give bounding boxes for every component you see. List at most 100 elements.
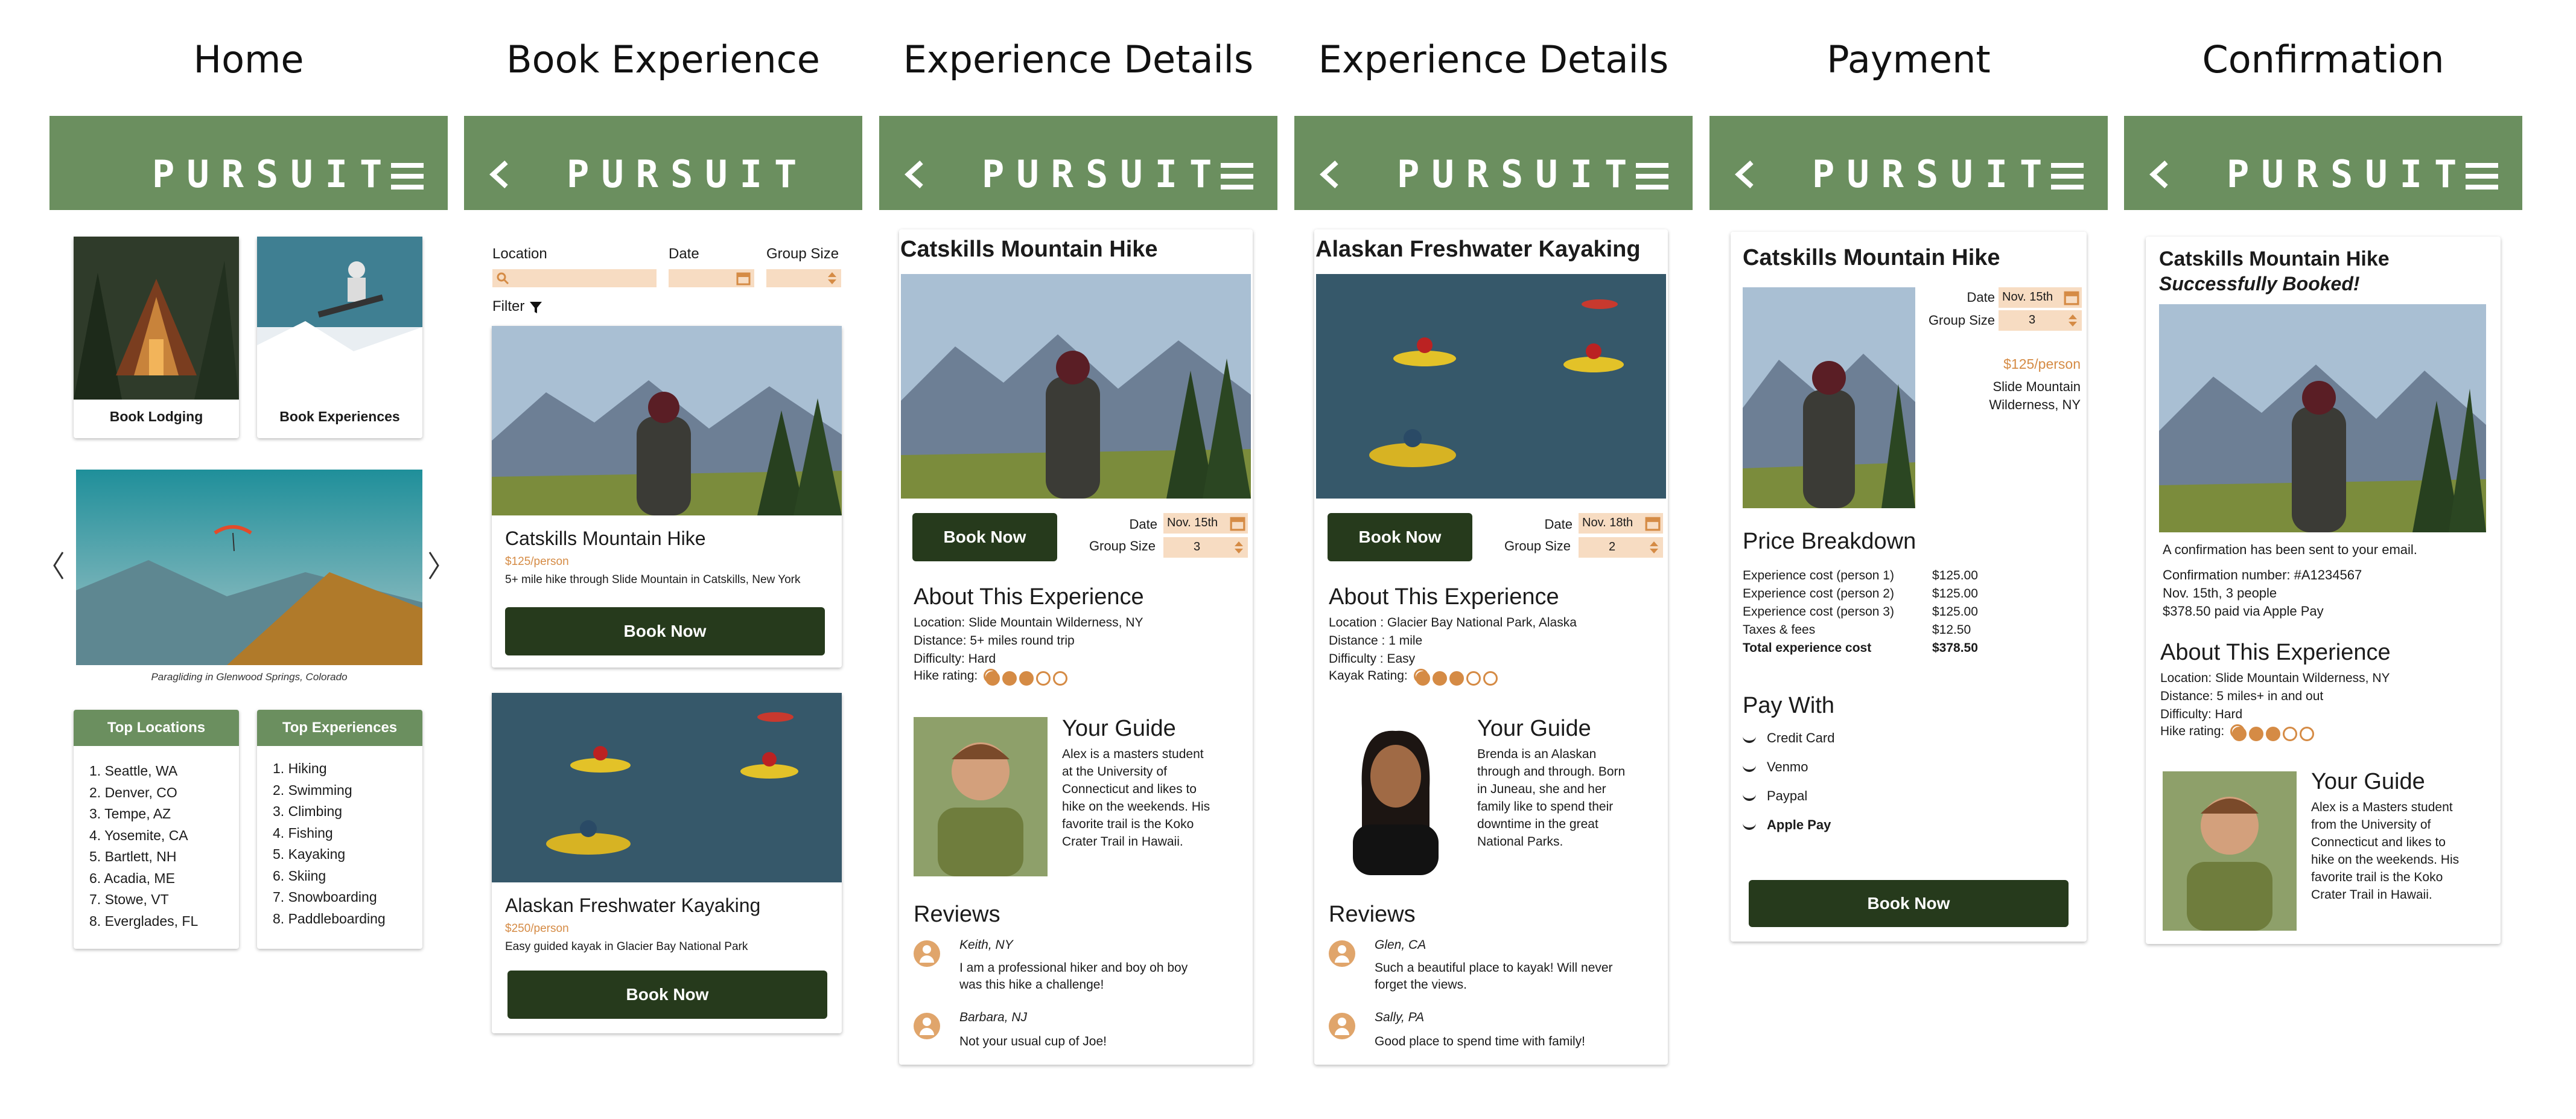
experience-card-kayak[interactable]: Alaskan Freshwater Kayaking $250/person …	[492, 693, 842, 1033]
guide-bio-line: family like to spend their	[1477, 800, 1614, 814]
guide-bio-line: National Parks.	[1477, 835, 1563, 849]
menu-icon[interactable]	[1221, 163, 1253, 190]
app-logo[interactable]: PURSUIT	[567, 156, 809, 193]
confirmation-subtitle: Successfully Booked!	[2159, 273, 2360, 295]
experience-card-hike[interactable]: Catskills Mountain Hike $125/person 5+ m…	[492, 326, 842, 668]
breakdown-value: $12.50	[1932, 623, 1971, 637]
back-arrow-icon[interactable]	[902, 159, 926, 190]
payment-title: Catskills Mountain Hike	[1743, 245, 2000, 270]
carousel-prev-icon[interactable]	[52, 550, 65, 581]
kayak-image	[1316, 274, 1666, 499]
calendar-icon[interactable]	[1230, 515, 1245, 531]
breakdown-label: Experience cost (person 3)	[1743, 605, 1894, 619]
date-value: Nov. 18th	[1582, 516, 1633, 529]
payment-method-option[interactable]: Credit Card	[1743, 730, 1834, 746]
menu-icon[interactable]	[1636, 163, 1668, 190]
carousel-next-icon[interactable]	[427, 550, 440, 581]
app-logo[interactable]: PURSUIT	[982, 156, 1224, 193]
hike-image	[2159, 304, 2486, 532]
group-size-stepper[interactable]: 3	[1999, 310, 2082, 331]
book-now-button[interactable]: Book Now	[1749, 880, 2069, 927]
book-now-button[interactable]: Book Now	[507, 971, 827, 1019]
date-input[interactable]	[669, 269, 754, 287]
price-breakdown-title: Price Breakdown	[1743, 529, 1916, 554]
back-arrow-icon[interactable]	[1317, 159, 1341, 190]
payment-method-option[interactable]: Venmo	[1743, 759, 1808, 775]
about-line: Difficulty: Hard	[914, 652, 996, 666]
top-experiences-title: Top Experiences	[282, 719, 398, 736]
book-now-button[interactable]: Book Now	[505, 607, 825, 655]
guide-bio-line: Alex is a masters student	[1062, 747, 1204, 761]
about-title: About This Experience	[914, 584, 1144, 610]
app-logo[interactable]: PURSUIT	[1812, 156, 2054, 193]
group-size-stepper[interactable]: 2	[1579, 537, 1663, 558]
location-label: Location	[492, 246, 547, 262]
pay-with-title: Pay With	[1743, 693, 1835, 718]
back-arrow-icon[interactable]	[487, 159, 511, 190]
date-input[interactable]: Nov. 15th	[1999, 287, 2082, 308]
app-logo[interactable]: PURSUIT	[152, 156, 394, 193]
stepper-arrows-icon[interactable]	[827, 271, 838, 285]
chevron-down-icon	[1743, 735, 1756, 744]
location-input[interactable]	[492, 269, 657, 287]
group-size-stepper[interactable]: 3	[1163, 537, 1248, 558]
rating-filled-icon	[2232, 726, 2247, 741]
filter-label: Filter	[492, 298, 525, 314]
top-experiences-card: Top Experiences 1. Hiking 2. Swimming 3. C…	[257, 710, 422, 949]
calendar-icon[interactable]	[2064, 290, 2079, 305]
payment-method-label: Paypal	[1767, 788, 1808, 803]
app-header: PURSUIT	[2124, 116, 2522, 210]
confirmation-card: Catskills Mountain Hike Successfully Boo…	[2146, 237, 2501, 944]
filter-button[interactable]: Filter	[492, 298, 543, 315]
group-size-stepper[interactable]	[766, 269, 841, 287]
breakdown-label: Taxes & fees	[1743, 623, 1816, 637]
book-now-button[interactable]: Book Now	[1328, 513, 1472, 561]
stepper-arrows-icon[interactable]	[2067, 313, 2078, 328]
top-experience-item: 1. Hiking	[273, 760, 327, 776]
book-lodging-card[interactable]: Book Lodging	[74, 237, 239, 438]
calendar-icon[interactable]	[736, 271, 751, 285]
hike-image	[1743, 287, 1915, 508]
rating-empty-icon	[1466, 671, 1481, 686]
date-input[interactable]: Nov. 15th	[1163, 513, 1248, 534]
confirmation-line: Nov. 15th, 3 people	[2163, 585, 2277, 601]
top-location-item: 1. Seattle, WA	[89, 763, 178, 779]
payment-method-label: Apple Pay	[1767, 817, 1831, 832]
top-location-item: 4. Yosemite, CA	[89, 827, 188, 843]
about-line: Location : Glacier Bay National Park, Al…	[1329, 616, 1577, 630]
cabin-image	[74, 237, 239, 400]
confirmation-line: $378.50 paid via Apple Pay	[2163, 604, 2324, 619]
rating-filled-icon	[1002, 671, 1017, 686]
about-title: About This Experience	[2160, 640, 2391, 665]
payment-method-option[interactable]: Apple Pay	[1743, 817, 1831, 833]
stepper-arrows-icon[interactable]	[1233, 540, 1244, 555]
menu-icon[interactable]	[2051, 163, 2084, 190]
reviewer-name: Barbara, NJ	[959, 1010, 1028, 1024]
breakdown-value: $125.00	[1932, 605, 1978, 619]
top-experience-item: 7. Snowboarding	[273, 889, 377, 905]
stepper-arrows-icon[interactable]	[1649, 540, 1659, 555]
rating-filled-icon	[985, 671, 1000, 686]
about-line: Location: Slide Mountain Wilderness, NY	[2160, 671, 2390, 685]
experience-description: Easy guided kayak in Glacier Bay Nationa…	[505, 940, 748, 953]
top-experience-item: 4. Fishing	[273, 824, 333, 841]
app-logo[interactable]: PURSUIT	[1397, 156, 1639, 193]
back-arrow-icon[interactable]	[1732, 159, 1757, 190]
back-arrow-icon[interactable]	[2147, 159, 2171, 190]
rating-empty-icon	[1053, 671, 1068, 686]
top-experience-item: 2. Swimming	[273, 782, 352, 798]
menu-icon[interactable]	[2466, 163, 2498, 190]
guide-bio-line: Alex is a Masters student	[2311, 800, 2453, 814]
book-experiences-card[interactable]: Book Experiences	[257, 237, 422, 438]
top-locations-card: Top Locations 1. Seattle, WA 2. Denver, C…	[74, 710, 239, 949]
menu-icon[interactable]	[391, 163, 424, 190]
date-input[interactable]: Nov. 18th	[1579, 513, 1663, 534]
app-logo[interactable]: PURSUIT	[2227, 156, 2469, 193]
about-line: Distance: 5 miles+ in and out	[2160, 689, 2324, 703]
calendar-icon[interactable]	[1645, 515, 1661, 531]
paragliding-image[interactable]	[76, 470, 422, 665]
payment-method-option[interactable]: Paypal	[1743, 788, 1807, 804]
chevron-down-icon	[1743, 764, 1756, 773]
confirmation-title: Catskills Mountain Hike	[2159, 247, 2390, 270]
book-now-button[interactable]: Book Now	[912, 513, 1057, 561]
